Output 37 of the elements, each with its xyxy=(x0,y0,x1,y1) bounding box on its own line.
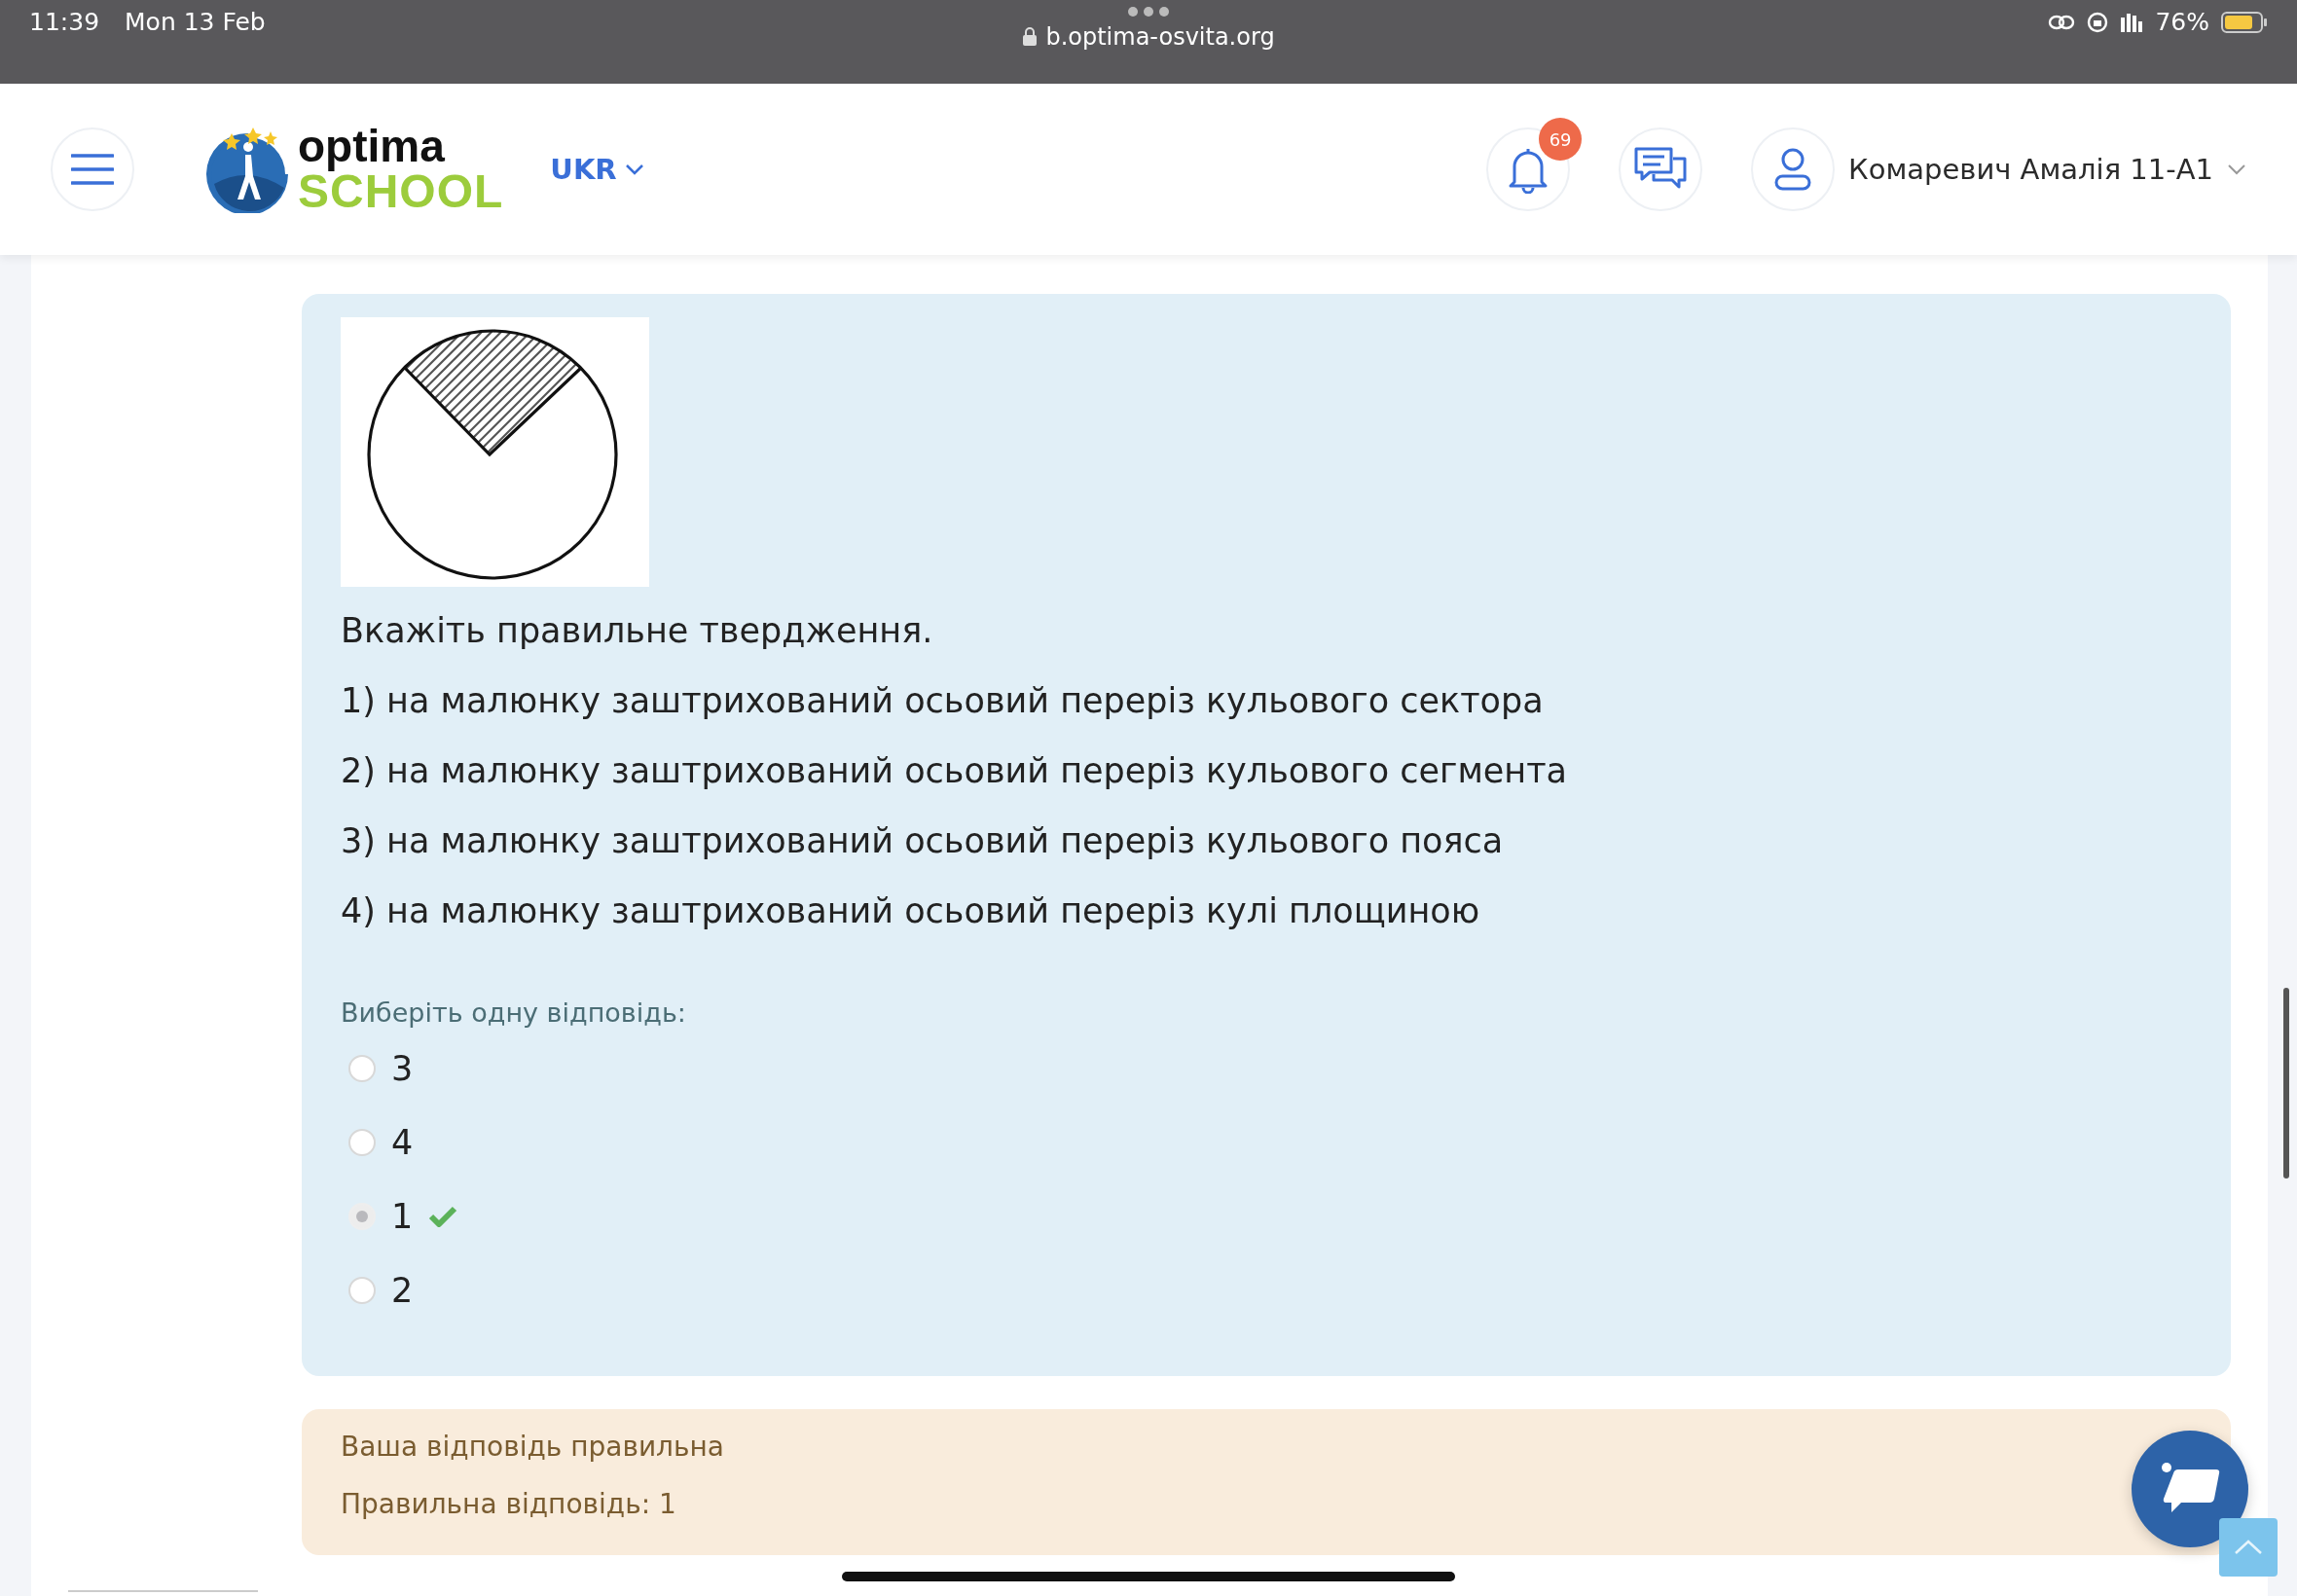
chevron-down-icon[interactable] xyxy=(2227,163,2246,175)
correct-answer-text: Правильна відповідь: 1 xyxy=(341,1488,677,1520)
chevron-down-icon xyxy=(624,163,644,175)
battery-icon xyxy=(2221,11,2268,33)
option-label[interactable]: 1 xyxy=(391,1197,414,1236)
more-dots-icon[interactable] xyxy=(1127,6,1170,18)
date: Mon 13 Feb xyxy=(125,8,266,36)
result-text: Ваша відповідь правильна xyxy=(341,1431,725,1463)
radio-button[interactable] xyxy=(348,1129,376,1156)
statement-text: 3) на малюнку заштрихований осьовий переріз кульового пояса xyxy=(341,822,1505,859)
option-label[interactable]: 4 xyxy=(391,1123,414,1162)
link-icon xyxy=(2048,13,2076,31)
statement-text: 1) на малюнку заштрихований осьовий переріз кульового сектора xyxy=(341,682,1545,719)
radio-button[interactable] xyxy=(348,1277,376,1304)
radio-button[interactable] xyxy=(348,1055,376,1082)
statement-text: 4) на малюнку заштрихований осьовий переріз кулі площиною xyxy=(341,892,1481,929)
clock-time: 11:39 xyxy=(29,8,100,36)
instruction-text: Виберіть одну відповідь: xyxy=(341,998,687,1028)
page-address[interactable]: b.optima-osvita.org xyxy=(1045,23,1275,51)
school-logo[interactable]: optima SCHOOL xyxy=(202,124,504,215)
question-text: Вкажіть правильне твердження. xyxy=(341,612,934,649)
notification-count-badge: 69 xyxy=(1539,118,1583,161)
battery-percent: 76% xyxy=(2155,8,2209,36)
menu-icon xyxy=(71,152,114,187)
scroll-to-top-button[interactable] xyxy=(2219,1518,2278,1577)
radio-button[interactable] xyxy=(348,1203,376,1230)
rotation-lock-icon xyxy=(2087,11,2109,33)
option-label[interactable]: 3 xyxy=(391,1049,414,1088)
user-icon xyxy=(1773,147,1813,192)
statement-text: 2) на малюнку заштрихований осьовий переріз кульового сегмента xyxy=(341,752,1569,789)
language-dropdown[interactable]: UKR xyxy=(550,153,644,186)
bars-icon xyxy=(2120,11,2144,33)
scrollbar-thumb[interactable] xyxy=(2283,988,2289,1179)
option-label[interactable]: 2 xyxy=(391,1271,414,1310)
chevron-up-icon xyxy=(2234,1540,2263,1555)
lock-icon xyxy=(1022,27,1039,47)
user-name[interactable]: Комаревич Амалія 11-А1 xyxy=(1848,153,2213,186)
